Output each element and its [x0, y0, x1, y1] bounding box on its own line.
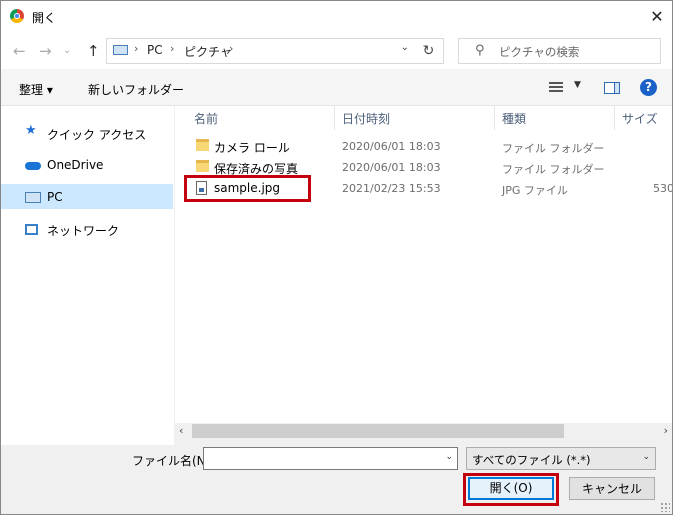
folder-icon [196, 139, 209, 151]
chrome-icon [10, 9, 24, 23]
file-name: カメラ ロール [214, 141, 290, 155]
window-title: 開く [32, 11, 57, 25]
breadcrumb-pictures[interactable]: ピクチャ [184, 43, 232, 60]
navigation-pane: ★ クイック アクセス OneDrive PC ネットワーク [1, 106, 174, 445]
sidebar-item-onedrive[interactable]: OneDrive [1, 152, 173, 177]
new-folder-button[interactable]: 新しいフォルダー [88, 81, 184, 98]
breadcrumb-separator: › [134, 42, 139, 55]
sidebar-item-label: ネットワーク [47, 224, 120, 238]
star-icon: ★ [25, 123, 37, 138]
open-file-dialog: 開く ✕ ← → ⌄ ↑ › PC › ピクチャ › ⌄ ↻ ⚲ 整理 ▾ 新し… [0, 0, 673, 515]
file-row[interactable]: カメラ ロール 2020/06/01 18:03 ファイル フォルダー [175, 136, 672, 157]
view-options-icon[interactable] [549, 82, 563, 92]
sidebar-item-pc[interactable]: PC [1, 184, 173, 209]
column-header-date[interactable]: 日付時刻 [342, 110, 390, 127]
command-bar: 整理 ▾ 新しいフォルダー ▼ ? [1, 69, 672, 106]
column-divider[interactable] [494, 106, 495, 130]
chevron-down-icon[interactable]: ▼ [574, 80, 581, 90]
sidebar-item-quick-access[interactable]: ★ クイック アクセス [1, 120, 173, 145]
search-box[interactable]: ⚲ [458, 38, 661, 64]
address-bar[interactable]: › PC › ピクチャ › ⌄ [106, 38, 416, 64]
cancel-button[interactable]: キャンセル [569, 477, 655, 500]
network-icon [25, 224, 38, 235]
scrollbar-thumb[interactable] [192, 424, 564, 438]
organize-button[interactable]: 整理 ▾ [19, 81, 53, 98]
file-size: 530 [653, 182, 672, 195]
highlight-box-sample-jpg [184, 175, 311, 202]
forward-button[interactable]: → [39, 42, 52, 60]
refresh-button[interactable]: ↻ [414, 38, 444, 64]
pc-icon [113, 45, 128, 55]
filename-input[interactable] [207, 450, 436, 468]
chevron-down-icon[interactable]: ⌄ [401, 42, 409, 53]
scroll-right-icon[interactable]: › [664, 424, 668, 437]
file-list: ⌃ 名前 日付時刻 種類 サイズ カメラ ロール 2020/06/01 18:0… [175, 106, 672, 423]
resize-grip[interactable] [660, 502, 670, 512]
search-icon: ⚲ [475, 43, 485, 58]
search-input[interactable] [497, 42, 656, 61]
chevron-down-icon: ⌄ [642, 452, 650, 462]
back-button[interactable]: ← [13, 42, 26, 60]
highlight-box-open-button [463, 473, 559, 506]
close-button[interactable]: ✕ [642, 1, 672, 32]
filetype-value: すべてのファイル (*.*) [472, 453, 591, 467]
file-type: JPG ファイル [502, 184, 568, 197]
file-date: 2020/06/01 18:03 [342, 161, 441, 174]
filename-combobox[interactable]: ⌄ [203, 447, 458, 470]
sidebar-item-label: PC [47, 190, 63, 204]
up-button[interactable]: ↑ [87, 42, 100, 60]
file-type: ファイル フォルダー [502, 142, 605, 155]
file-date: 2020/06/01 18:03 [342, 140, 441, 153]
column-divider[interactable] [334, 106, 335, 130]
title-bar: 開く ✕ [1, 1, 672, 32]
file-date: 2021/02/23 15:53 [342, 182, 441, 195]
pc-icon [25, 192, 41, 203]
sidebar-item-label: OneDrive [47, 158, 104, 172]
breadcrumb-separator: › [170, 42, 175, 55]
filetype-select[interactable]: すべてのファイル (*.*) ⌄ [466, 447, 656, 470]
cloud-icon [25, 162, 41, 170]
recent-locations-button[interactable]: ⌄ [63, 45, 71, 56]
scroll-left-icon[interactable]: ‹ [179, 424, 183, 437]
file-type: ファイル フォルダー [502, 163, 605, 176]
sort-ascending-icon: ⌃ [258, 106, 267, 112]
column-divider[interactable] [614, 106, 615, 130]
column-header-size[interactable]: サイズ [622, 110, 658, 127]
preview-pane-icon[interactable] [604, 82, 620, 94]
chevron-down-icon[interactable]: ⌄ [445, 452, 453, 462]
column-header-name[interactable]: 名前 [194, 110, 218, 127]
horizontal-scrollbar[interactable]: ‹ › [175, 423, 672, 440]
folder-icon [196, 160, 209, 172]
sidebar-item-label: クイック アクセス [47, 128, 147, 142]
breadcrumb-pc[interactable]: PC [147, 43, 163, 57]
column-header-type[interactable]: 種類 [502, 110, 526, 127]
breadcrumb-separator: › [229, 42, 234, 55]
sidebar-item-network[interactable]: ネットワーク [1, 216, 173, 241]
help-icon[interactable]: ? [640, 79, 657, 96]
navigation-bar: ← → ⌄ ↑ › PC › ピクチャ › ⌄ ↻ ⚲ [1, 32, 672, 69]
